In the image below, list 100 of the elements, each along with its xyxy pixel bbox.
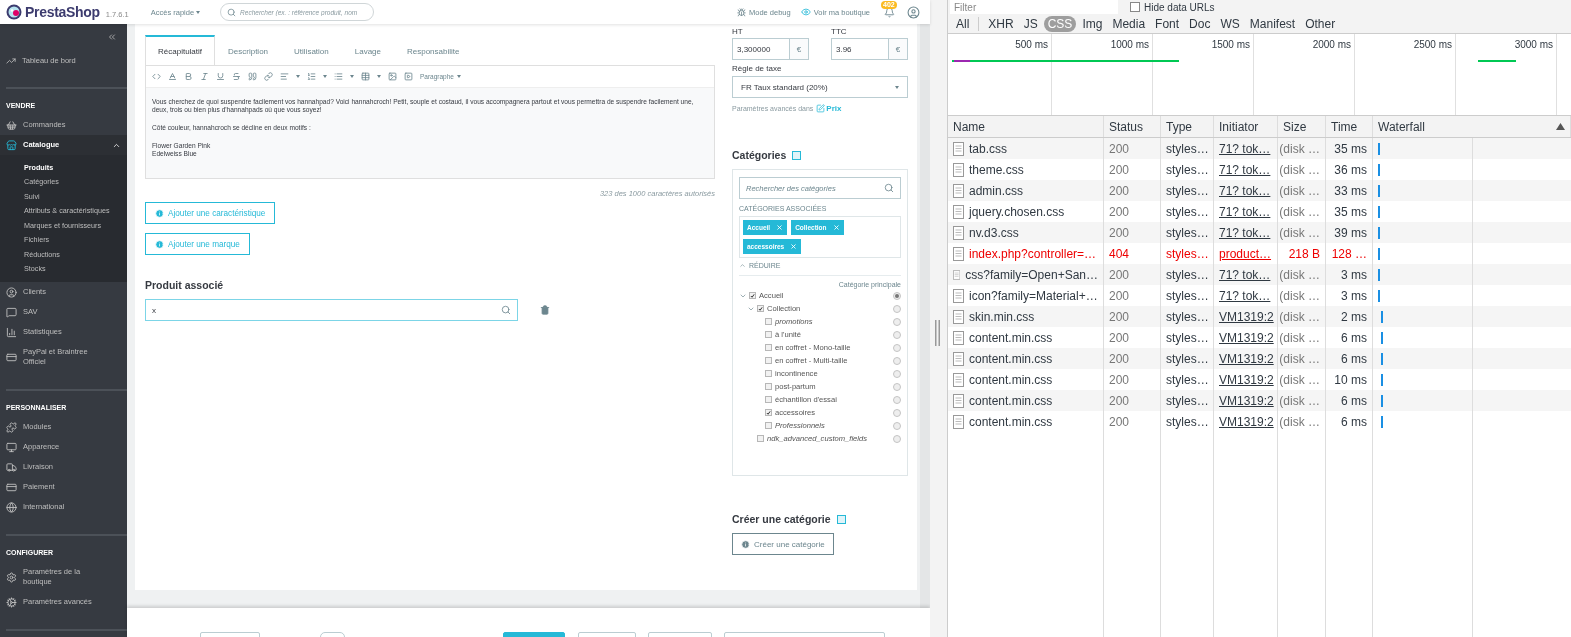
tab[interactable]: Récapitulatif bbox=[145, 35, 216, 65]
numbered-list-icon[interactable] bbox=[307, 72, 316, 81]
size-cell: (disk … bbox=[1278, 411, 1326, 432]
checkbox[interactable] bbox=[765, 318, 772, 325]
hide-data-urls-checkbox[interactable]: Hide data URLs bbox=[1130, 1, 1215, 13]
type-filter[interactable]: XHR bbox=[984, 15, 1018, 32]
column-header[interactable]: Status bbox=[1104, 116, 1161, 137]
image-icon[interactable] bbox=[388, 72, 397, 81]
resize-handle[interactable] bbox=[935, 320, 940, 346]
create-category-button[interactable]: Créer une catégorie bbox=[732, 533, 834, 555]
price-box[interactable]: 3,300000 € bbox=[732, 38, 809, 60]
tax-rule-select[interactable]: FR Taux standard (20%) bbox=[732, 76, 908, 98]
caret-icon[interactable] bbox=[377, 75, 381, 78]
shop-icon bbox=[6, 139, 17, 151]
rich-text-editor[interactable] bbox=[145, 65, 715, 179]
radio-button[interactable] bbox=[893, 382, 901, 391]
bold-icon[interactable] bbox=[184, 72, 193, 81]
link-icon[interactable] bbox=[264, 72, 273, 81]
radio-button[interactable] bbox=[893, 343, 901, 352]
tick-label: 2000 ms bbox=[1312, 39, 1351, 52]
type-filter[interactable]: Img bbox=[1078, 15, 1107, 32]
radio-button[interactable] bbox=[893, 291, 901, 300]
radio-button[interactable] bbox=[893, 317, 901, 326]
radio-button[interactable] bbox=[893, 369, 901, 378]
trash-icon[interactable] bbox=[540, 305, 550, 315]
type-filter[interactable]: Other bbox=[1301, 15, 1340, 32]
text-color-icon[interactable] bbox=[168, 72, 177, 81]
strikethrough-icon[interactable] bbox=[232, 72, 241, 81]
checkbox[interactable] bbox=[765, 344, 772, 351]
chevron-up-icon bbox=[739, 262, 746, 269]
checkbox[interactable] bbox=[765, 422, 772, 429]
checkbox[interactable] bbox=[765, 357, 772, 364]
request-row[interactable]: content.min.css 200 styles… VM1319:2 (disk … 6 ms bbox=[948, 348, 1571, 369]
checkbox[interactable] bbox=[749, 292, 756, 299]
caret-icon[interactable] bbox=[350, 75, 354, 78]
type-filter[interactable]: Doc bbox=[1185, 15, 1215, 32]
close-icon[interactable] bbox=[832, 224, 840, 231]
checkbox[interactable] bbox=[765, 409, 772, 416]
checkbox[interactable] bbox=[765, 331, 772, 338]
align-icon[interactable] bbox=[280, 72, 289, 81]
checkbox[interactable] bbox=[765, 396, 772, 403]
underline-icon[interactable] bbox=[216, 72, 225, 81]
checkbox[interactable] bbox=[757, 435, 764, 442]
caret-icon[interactable] bbox=[323, 75, 327, 78]
file-icon bbox=[953, 372, 964, 387]
radio-button[interactable] bbox=[893, 304, 901, 313]
user-icon[interactable] bbox=[907, 5, 920, 19]
media-icon[interactable] bbox=[404, 72, 413, 81]
close-icon[interactable] bbox=[776, 224, 784, 231]
column-header[interactable]: Initiator bbox=[1214, 116, 1278, 137]
help-icon bbox=[836, 514, 846, 524]
column-header[interactable]: Time bbox=[1326, 116, 1373, 137]
radio-button[interactable] bbox=[893, 330, 901, 339]
type-filter[interactable]: All bbox=[952, 15, 974, 32]
radio-button[interactable] bbox=[893, 434, 901, 443]
type-filter[interactable]: Font bbox=[1151, 15, 1184, 32]
user-icon bbox=[6, 286, 17, 298]
code-icon[interactable] bbox=[152, 72, 161, 81]
filter-field[interactable]: Filter bbox=[950, 0, 1118, 14]
type-filter[interactable]: JS bbox=[1019, 15, 1042, 32]
table-icon[interactable] bbox=[361, 72, 370, 81]
italic-icon[interactable] bbox=[200, 72, 209, 81]
type-filter[interactable]: WS bbox=[1216, 15, 1244, 32]
collapse-icon[interactable] bbox=[107, 32, 117, 42]
request-row[interactable]: skin.min.css 200 styles… VM1319:2 (disk … 2 ms bbox=[948, 306, 1571, 327]
request-name: index.php?controller=… bbox=[969, 246, 1097, 261]
radio-button[interactable] bbox=[893, 395, 901, 404]
bell-icon[interactable] bbox=[884, 6, 895, 18]
request-name: content.min.css bbox=[969, 330, 1053, 345]
radio-button[interactable] bbox=[893, 408, 901, 417]
request-name: css?family=Open+San… bbox=[965, 267, 1098, 282]
request-row[interactable]: content.min.css 200 styles… VM1319:2 (disk … 6 ms bbox=[948, 390, 1571, 411]
price-box[interactable]: 3.96 € bbox=[831, 38, 908, 60]
caret-icon[interactable] bbox=[296, 75, 300, 78]
bullet-list-icon[interactable] bbox=[334, 72, 343, 81]
field-label: Règle de taxe bbox=[732, 64, 783, 73]
quote-icon[interactable] bbox=[248, 72, 257, 81]
request-row[interactable]: css?family=Open+San… 200 styles… 71? tok… (disk … 3 ms bbox=[948, 264, 1571, 285]
checkbox[interactable] bbox=[765, 370, 772, 377]
checkbox[interactable] bbox=[757, 305, 764, 312]
request-name: nv.d3.css bbox=[969, 225, 1019, 240]
request-row[interactable]: nv.d3.css 200 styles… 71? tok… (disk … 39 ms bbox=[948, 222, 1571, 243]
request-row[interactable]: admin.css 200 styles… 71? tok… (disk … 33 ms bbox=[948, 180, 1571, 201]
close-icon[interactable] bbox=[790, 243, 798, 250]
type-filter[interactable]: Manifest bbox=[1245, 15, 1300, 32]
column-header[interactable]: Size bbox=[1278, 116, 1326, 137]
column-header[interactable]: Type bbox=[1161, 116, 1214, 137]
column-header[interactable]: Waterfall bbox=[1373, 116, 1571, 137]
request-name: admin.css bbox=[969, 183, 1024, 198]
product-search-field[interactable]: x bbox=[152, 305, 497, 315]
product-search-box[interactable]: x bbox=[145, 299, 518, 321]
logo-icon bbox=[6, 4, 22, 20]
request-row[interactable]: tab.css 200 styles… 71? tok… (disk … 35 ms bbox=[948, 138, 1571, 159]
initiator-link[interactable]: VM1319:2 bbox=[1214, 411, 1278, 432]
tick-label: 1000 ms bbox=[1110, 39, 1149, 52]
radio-button[interactable] bbox=[893, 421, 901, 430]
column-header[interactable]: Name bbox=[948, 116, 1104, 137]
type-filter[interactable]: Media bbox=[1108, 15, 1150, 32]
checkbox[interactable] bbox=[765, 383, 772, 390]
radio-button[interactable] bbox=[893, 356, 901, 365]
